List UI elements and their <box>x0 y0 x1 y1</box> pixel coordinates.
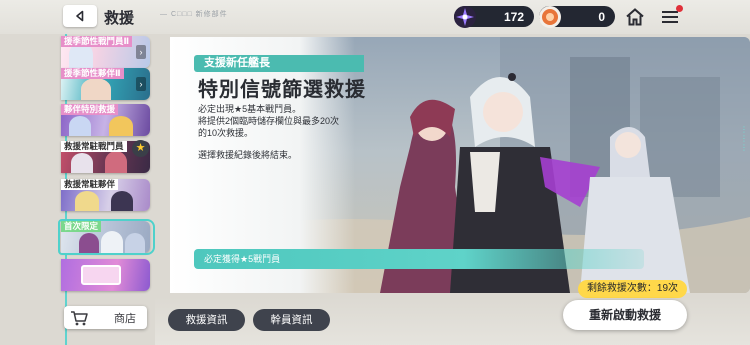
banner-label: 援季節性戰鬥員Ⅱ <box>61 36 133 47</box>
ticket-icon <box>537 4 562 29</box>
banner-label: 夥伴特別救援 <box>61 104 119 115</box>
banner-label: 援季節性夥伴Ⅱ <box>61 68 124 79</box>
page-title: 救援 <box>104 10 135 27</box>
banner-figure <box>75 191 99 211</box>
shop-button[interactable]: 商店 <box>64 306 147 329</box>
side-deco: ⋮ ⋮ ⋮ <box>740 125 748 152</box>
home-button[interactable] <box>625 7 645 27</box>
banner-title: 特別信號篩選救援 <box>198 79 366 101</box>
description-line: 將提供2個臨時儲存欄位與最多20次 <box>198 116 340 126</box>
shopping-cart-icon <box>71 310 88 325</box>
banner-item-event[interactable] <box>61 259 150 291</box>
selected-banner-frame <box>58 219 155 255</box>
banner-description: 必定出現★5基本戰鬥員。 將提供2個臨時儲存欄位與最多20次 的10次救援。 選… <box>198 103 339 161</box>
banner-item-seasonal-partner[interactable]: 援季節性夥伴Ⅱ › <box>61 68 150 100</box>
gem-icon <box>452 4 477 29</box>
description-line: 選擇救援紀錄後將結束。 <box>198 150 298 160</box>
description-line: 的10次救援。 <box>198 128 254 138</box>
rescue-info-button[interactable]: 救援資訊 <box>168 309 245 331</box>
description-line: 必定出現★5基本戰鬥員。 <box>198 104 302 114</box>
banner-figure <box>71 153 93 173</box>
guarantee-bar: 必定獲得★5戰鬥員 <box>194 249 644 269</box>
ticket-count: 0 <box>598 9 605 24</box>
notification-dot <box>676 5 683 12</box>
banner-figure <box>81 78 111 100</box>
banner-item-seasonal-combatant[interactable]: 援季節性戰鬥員Ⅱ › <box>61 36 150 68</box>
back-arrow-icon <box>76 10 84 22</box>
ticket-currency-counter[interactable]: 0 <box>537 4 615 29</box>
chevron-right-icon: › <box>136 77 146 91</box>
header-deco-text: — C□□□ 新修部件 <box>160 11 228 18</box>
banner-figure <box>69 116 91 136</box>
home-icon <box>626 8 644 26</box>
remaining-rescues-badge: 剩餘救援次數：19次 <box>578 280 687 298</box>
banner-figure <box>109 116 133 136</box>
gem-currency-counter[interactable]: 172 <box>452 4 534 29</box>
banner-item-standard-partner[interactable]: 救援常駐夥伴 <box>61 179 150 211</box>
banner-subtitle: 支援新任艦長 <box>194 55 364 72</box>
banner-item-partner-special[interactable]: 夥伴特別救援 <box>61 104 150 136</box>
banner-figure <box>111 191 133 211</box>
banner-label: 救援常駐夥伴 <box>61 179 119 190</box>
staff-info-button[interactable]: 幹員資訊 <box>253 309 330 331</box>
banner-screen-art <box>81 265 121 285</box>
banner-figure <box>105 151 127 173</box>
restart-rescue-button[interactable]: 重新啟動救援 <box>563 300 687 330</box>
shop-label: 商店 <box>114 312 136 325</box>
gem-count: 172 <box>503 9 524 24</box>
star-badge-icon: ★ <box>132 140 149 157</box>
back-button[interactable] <box>63 5 97 27</box>
chevron-right-icon: › <box>136 45 146 59</box>
banner-label: 救援常駐戰鬥員 <box>61 141 127 152</box>
description-line <box>198 139 339 149</box>
